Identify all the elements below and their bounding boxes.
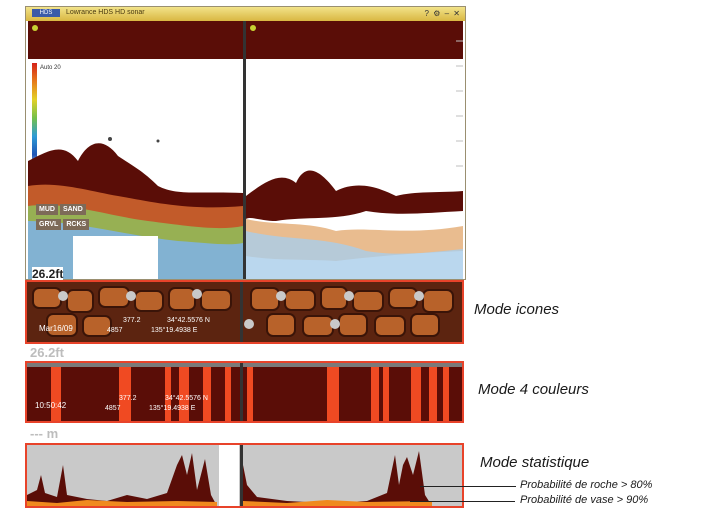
label-mode-statistics: Mode statistique xyxy=(480,454,590,471)
left-sonar-pane[interactable]: Auto 20 MUD SAND GRVL RCKS 26.2ft xyxy=(28,21,243,281)
prob-mud-label: Probabilité de vase > 90% xyxy=(520,494,649,506)
legend-rocks: RCKS xyxy=(63,219,90,230)
pointer-line-mud xyxy=(410,501,515,502)
sonar-window: HDS Lowrance HDS HD sonar ? ⚙ – ✕ Auto 2… xyxy=(25,6,466,281)
legend-sand: SAND xyxy=(59,204,86,215)
icon-pattern xyxy=(27,282,462,342)
longitude-readout-2: 135°19.4938 E xyxy=(149,405,196,412)
legend-gravel: GRVL xyxy=(36,219,62,230)
statistics-strip xyxy=(25,443,464,508)
statistics-graph xyxy=(27,445,462,506)
label-mode-4-colors: Mode 4 couleurs xyxy=(478,381,589,398)
label-mode-icons: Mode icones xyxy=(474,301,560,318)
value-readout-2: 4857 xyxy=(107,327,123,334)
value-readout-4: 4857 xyxy=(105,405,121,412)
time-readout: 10:50:42 xyxy=(35,401,67,410)
pointer-line-rock xyxy=(420,486,516,487)
longitude-readout: 135°19.4938 E xyxy=(151,327,198,334)
right-sonar-pane[interactable] xyxy=(246,21,463,279)
bottom-type-legend-2: GRVL RCKS xyxy=(36,219,90,230)
brand-logo: HDS xyxy=(32,9,60,17)
window-controls[interactable]: ? ⚙ – ✕ xyxy=(425,9,461,18)
four-color-bars xyxy=(27,363,462,421)
window-title: Lowrance HDS HD sonar xyxy=(66,9,145,16)
legend-mud: MUD xyxy=(36,204,58,215)
value-readout-1: 377.2 xyxy=(123,317,141,324)
icon-mode-strip: Mar16/09 377.2 4857 34°42.5576 N 135°19.… xyxy=(25,280,464,344)
latitude-readout-2: 34°42.5576 N xyxy=(165,395,208,402)
date-readout: Mar16/09 xyxy=(39,324,73,333)
four-color-strip: 10:50:42 377.2 4857 34°42.5576 N 135°19.… xyxy=(25,361,464,423)
title-bar: HDS Lowrance HDS HD sonar ? ⚙ – ✕ xyxy=(26,7,465,21)
value-readout-3: 377.2 xyxy=(119,395,137,402)
prob-rock-label: Probabilité de roche > 80% xyxy=(520,479,653,491)
depth-readout: 26.2ft xyxy=(32,267,64,281)
left-sonar-image xyxy=(28,137,243,279)
ghost-depth-2: --- m xyxy=(30,426,59,441)
ghost-depth-1: 26.2ft xyxy=(30,345,64,360)
right-sonar-image xyxy=(246,40,463,279)
latitude-readout: 34°42.5576 N xyxy=(167,317,210,324)
bottom-type-legend: MUD SAND xyxy=(36,204,86,215)
